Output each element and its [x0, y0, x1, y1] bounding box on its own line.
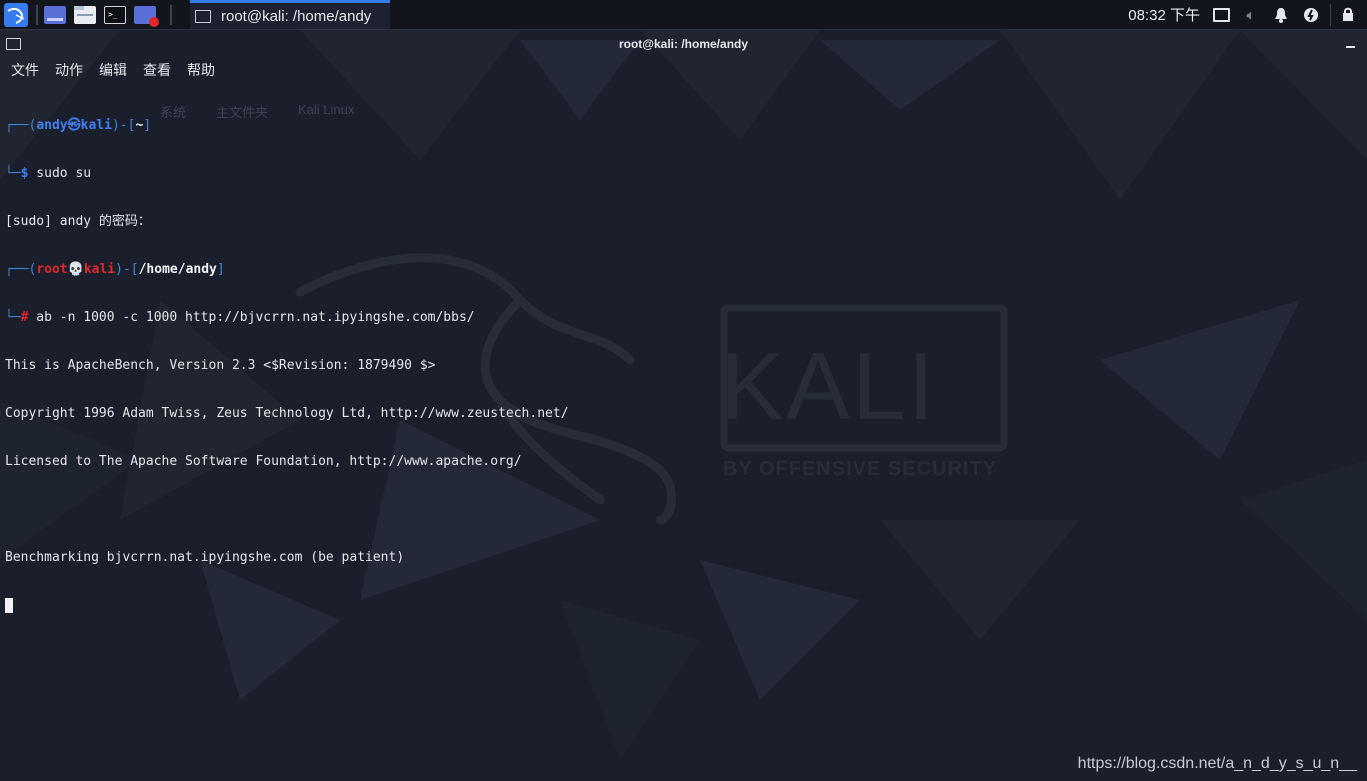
workspace-switcher-icon[interactable] [44, 5, 66, 24]
output-line: This is ApacheBench, Version 2.3 <$Revis… [5, 358, 436, 373]
menu-action[interactable]: 动作 [55, 60, 83, 80]
menu-help[interactable]: 帮助 [187, 60, 215, 80]
output-line: Licensed to The Apache Software Foundati… [5, 454, 522, 469]
terminal-icon[interactable]: >_ [104, 5, 126, 24]
wallpaper-tagline: BY OFFENSIVE SECURITY [723, 458, 998, 480]
panel-separator [170, 4, 172, 25]
cursor-line [5, 598, 569, 614]
panel-separator [36, 4, 38, 25]
taskbar-item-terminal[interactable]: root@kali: /home/andy [190, 0, 390, 29]
volume-icon[interactable]: 🔈︎ [1240, 4, 1262, 26]
screen-recorder-icon[interactable] [134, 5, 159, 27]
window-title: root@kali: /home/andy [618, 36, 749, 51]
menu-file[interactable]: 文件 [11, 60, 39, 80]
output-line: Copyright 1996 Adam Twiss, Zeus Technolo… [5, 406, 569, 421]
menu-bar: 文件 动作 编辑 查看 帮助 [0, 58, 220, 82]
wallpaper-brand: KALI [720, 333, 937, 440]
window-menu-icon[interactable] [6, 38, 21, 50]
sudo-password-line: [sudo] andy 的密码： [5, 214, 151, 229]
task-title: root@kali: /home/andy [221, 7, 372, 25]
prompt-line-user: ┌──(andy㉿kali)-[~] [5, 118, 152, 133]
text-cursor [5, 598, 13, 613]
prompt-line-root: ┌──(root💀kali)-[/home/andy] [5, 262, 225, 277]
applications-menu-button[interactable] [2, 1, 30, 29]
display-icon[interactable] [1210, 4, 1232, 26]
power-icon[interactable] [1300, 4, 1322, 26]
minimize-icon[interactable] [1346, 46, 1355, 48]
file-manager-icon[interactable] [74, 5, 96, 24]
terminal-output[interactable]: ┌──(andy㉿kali)-[~] └─$ sudo su [sudo] an… [5, 86, 569, 630]
system-tray: 08:32 下午 🔈︎ [1128, 0, 1367, 29]
clock[interactable]: 08:32 下午 [1128, 4, 1200, 25]
window-titlebar[interactable]: root@kali: /home/andy [0, 30, 1367, 57]
notifications-icon[interactable] [1270, 4, 1292, 26]
command-line-ab: └─# ab -n 1000 -c 1000 http://bjvcrrn.na… [5, 310, 475, 325]
terminal-window-icon [195, 9, 211, 23]
menu-edit[interactable]: 编辑 [99, 60, 127, 80]
lock-icon[interactable] [1330, 3, 1359, 26]
command-line-sudo: └─$ sudo su [5, 166, 92, 181]
menu-view[interactable]: 查看 [143, 60, 171, 80]
watermark: https://blog.csdn.net/a_n_d_y_s_u_n__ [1077, 755, 1357, 772]
kali-dragon-icon [4, 2, 28, 27]
output-line: Benchmarking bjvcrrn.nat.ipyingshe.com (… [5, 550, 405, 565]
